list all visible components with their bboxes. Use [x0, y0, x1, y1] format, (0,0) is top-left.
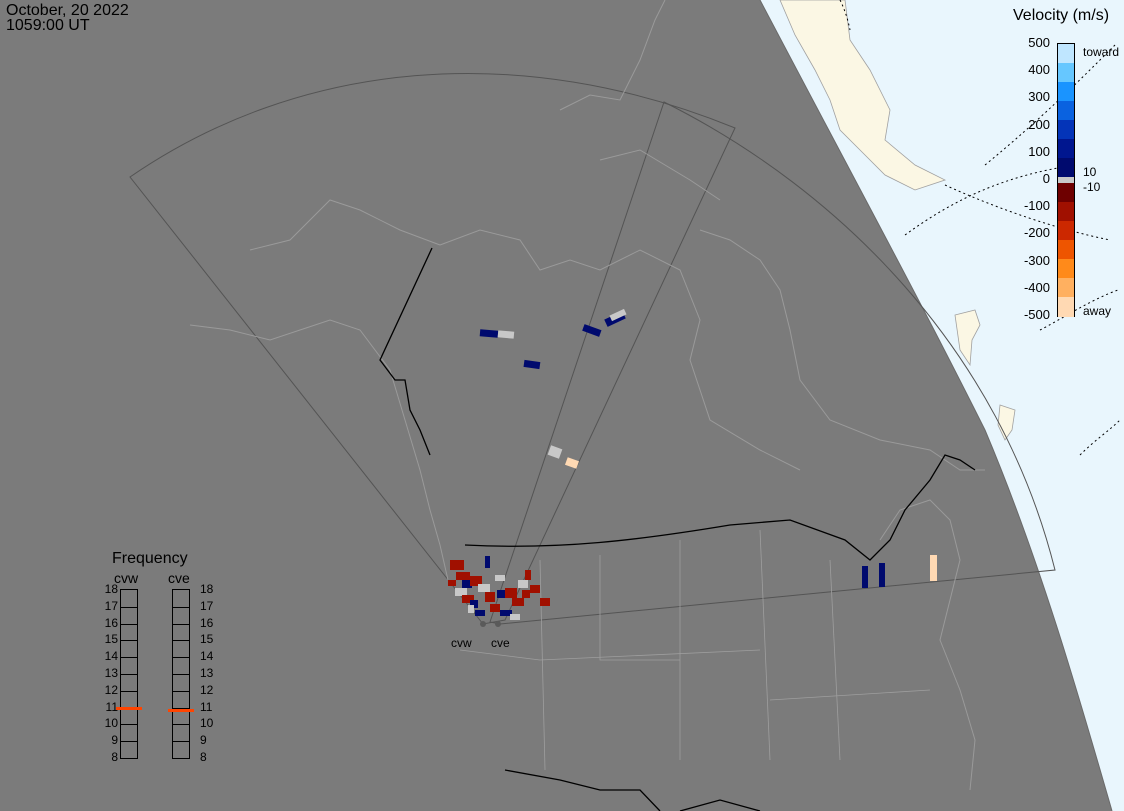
cvw-site-marker	[480, 621, 486, 627]
frequency-cell	[173, 741, 189, 743]
velocity-tick-label: -100	[1023, 198, 1050, 214]
radar-map	[129, 0, 1124, 811]
velocity-cell	[485, 556, 490, 568]
frequency-scale-label: 14	[200, 649, 214, 664]
frequency-scale-label: 11	[105, 699, 118, 714]
velocity-inner-label-neg: -10	[1083, 180, 1101, 194]
velocity-tick-label: 0	[1042, 171, 1050, 186]
frequency-cell	[173, 674, 189, 675]
colorbar-segment	[1058, 139, 1074, 159]
velocity-legend-title: Velocity (m/s)	[1013, 7, 1110, 24]
colorbar-segment	[1058, 221, 1074, 241]
colorbar-segment	[1058, 259, 1074, 279]
frequency-cell	[121, 657, 137, 659]
frequency-scale-label: 16	[200, 615, 214, 630]
velocity-away-label: away	[1083, 304, 1112, 318]
frequency-scale-label: 16	[104, 615, 118, 630]
frequency-cell	[121, 741, 137, 743]
velocity-cell	[523, 359, 541, 370]
velocity-cell	[582, 324, 602, 337]
velocity-tick-label: 500	[1028, 35, 1050, 50]
frequency-cell	[173, 606, 189, 608]
frequency-scale-label: 9	[200, 733, 207, 748]
colorbar-segment	[1058, 297, 1074, 317]
velocity-tick-label: -300	[1023, 252, 1050, 268]
frequency-scale-label: 11	[200, 699, 213, 714]
frequency-column-cve	[172, 589, 190, 759]
velocity-toward-label: toward	[1083, 45, 1120, 59]
frequency-scale-label: 12	[104, 682, 118, 697]
colorbar-segment	[1058, 63, 1074, 83]
colorbar-segment	[1058, 82, 1074, 102]
frequency-marker-cvw	[116, 707, 142, 711]
velocity-cell	[497, 330, 515, 339]
frequency-marker-cve	[168, 708, 194, 712]
cve-site-marker	[495, 621, 501, 627]
frequency-cell	[173, 657, 189, 659]
frequency-cell	[121, 640, 137, 642]
frequency-cell	[121, 623, 137, 625]
velocity-tick-label: 400	[1028, 62, 1050, 78]
frequency-scale-label: 13	[200, 666, 214, 680]
site-label-cvw: cvw	[451, 636, 472, 650]
velocity-tick-label: 300	[1028, 89, 1050, 105]
colorbar-segment	[1058, 240, 1074, 260]
frequency-scale-label: 12	[200, 682, 214, 697]
site-label-cve: cve	[491, 636, 510, 650]
colorbar-segment	[1058, 120, 1074, 140]
frequency-scale-label: 15	[200, 632, 214, 647]
colorbar-segment	[1058, 158, 1074, 178]
velocity-tick-label: -400	[1023, 279, 1050, 295]
frequency-scale-label: 18	[200, 582, 214, 596]
borders	[379, 247, 976, 811]
frequency-cell	[121, 674, 137, 675]
frequency-scale-label: 15	[104, 632, 118, 647]
frequency-cell	[173, 724, 189, 726]
frequency-scale-label: 10	[200, 716, 214, 731]
velocity-cell	[862, 566, 868, 588]
colorbar-segment	[1058, 183, 1074, 203]
velocity-cell	[879, 563, 885, 587]
velocity-tick-label: -200	[1023, 225, 1050, 241]
velocity-cell	[547, 445, 563, 459]
frequency-cell	[121, 724, 137, 726]
velocity-tick-label: 100	[1028, 143, 1050, 159]
near-range-velocity-cells	[448, 560, 550, 620]
frequency-scale-label: 14	[104, 649, 118, 664]
frequency-scale-label: 8	[111, 750, 118, 764]
colorbar-segment	[1058, 202, 1074, 222]
velocity-inner-label-pos: 10	[1083, 165, 1097, 179]
velocity-tick-label: 200	[1028, 116, 1050, 132]
frequency-cell	[173, 623, 189, 625]
velocity-colorbar	[1057, 43, 1075, 317]
velocity-tick-label: -500	[1023, 307, 1050, 322]
frequency-cell	[121, 690, 137, 692]
velocity-cell	[930, 555, 937, 581]
frequency-scale-label: 17	[104, 598, 118, 613]
frequency-scale-label: 9	[111, 733, 118, 748]
frequency-legend-title: Frequency	[112, 550, 188, 567]
frequency-scale-label: 18	[104, 582, 118, 596]
velocity-cell	[479, 329, 499, 338]
frequency-cell	[173, 690, 189, 692]
frequency-radar-cve: cve	[168, 570, 190, 586]
frequency-cell	[173, 640, 189, 642]
colorbar-segment	[1058, 278, 1074, 298]
frequency-cell	[121, 606, 137, 608]
frequency-scale-label: 8	[200, 750, 207, 764]
frequency-scale-label: 10	[104, 716, 118, 731]
time-label: 1059:00 UT	[6, 17, 90, 34]
colorbar-segment	[1058, 101, 1074, 121]
colorbar-segment	[1058, 44, 1074, 64]
frequency-scale-label: 13	[104, 666, 118, 680]
cvw-field-of-view	[129, 72, 736, 625]
frequency-scale-label: 17	[200, 598, 214, 613]
frequency-column-cvw	[120, 589, 138, 759]
velocity-cell	[564, 457, 580, 469]
